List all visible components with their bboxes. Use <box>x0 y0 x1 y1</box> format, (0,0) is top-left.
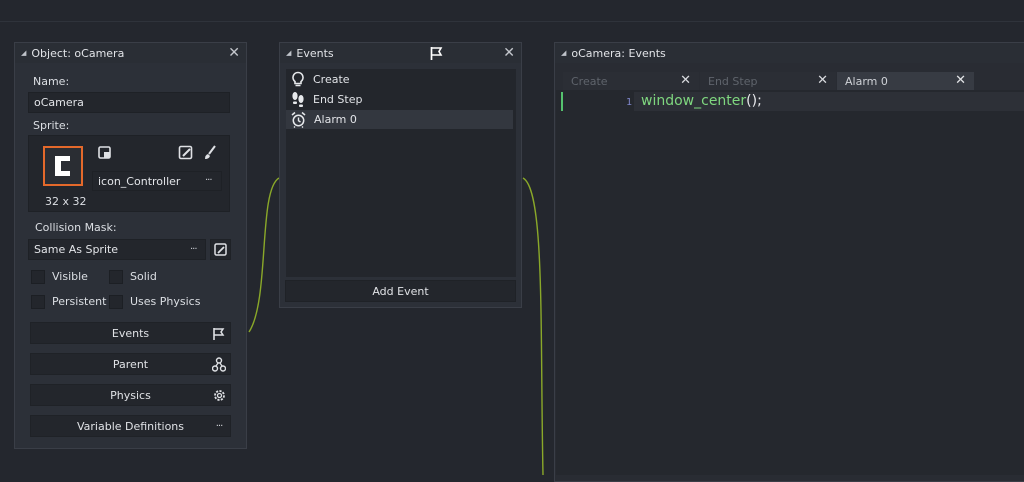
close-icon[interactable]: ✕ <box>955 73 966 88</box>
sprite-name: icon_Controller <box>98 174 181 188</box>
events-panel-title: Events <box>296 46 334 60</box>
events-panel-header[interactable]: ◢ Events ✕ <box>280 43 521 63</box>
name-field[interactable]: oCamera <box>28 92 230 113</box>
code-panel-header[interactable]: ◢ oCamera: Events <box>555 43 1024 63</box>
code-call-punctuation: (); <box>746 93 762 109</box>
close-icon[interactable]: ✕ <box>503 46 515 60</box>
sprite-name-field[interactable]: icon_Controller <box>92 171 222 191</box>
sprite-label: Sprite: <box>33 119 70 132</box>
add-event-button[interactable]: Add Event <box>285 280 516 302</box>
collapse-caret-icon[interactable]: ◢ <box>286 49 291 57</box>
persistent-checkbox[interactable] <box>31 295 45 309</box>
ellipsis-icon: ··· <box>215 421 224 432</box>
solid-checkbox[interactable] <box>109 270 123 284</box>
controller-sprite-icon <box>55 156 70 176</box>
collision-mask-browse-button[interactable]: ··· <box>190 244 197 255</box>
variable-definitions-label: Variable Definitions <box>76 419 185 433</box>
sprite-preview[interactable] <box>43 146 83 186</box>
physics-button[interactable]: Physics <box>30 384 231 406</box>
flag-icon[interactable] <box>429 46 444 61</box>
event-label: Create <box>313 73 350 86</box>
visible-checkbox[interactable] <box>31 270 45 284</box>
events-button-label: Events <box>111 326 150 340</box>
flag-icon <box>210 325 228 342</box>
sprite-browse-button[interactable]: ··· <box>205 175 212 186</box>
line-number: 1 <box>626 97 633 108</box>
tab-label: Alarm 0 <box>845 74 888 88</box>
object-panel-title: Object: oCamera <box>31 46 125 60</box>
code-editor[interactable] <box>556 90 1024 475</box>
variable-definitions-button[interactable]: Variable Definitions ··· <box>30 415 231 437</box>
collision-mask-value: Same As Sprite <box>34 243 119 256</box>
tab-alarm-0[interactable]: Alarm 0 ✕ <box>837 72 974 90</box>
collision-mask-dropdown[interactable]: Same As Sprite <box>28 239 206 260</box>
sprite-size: 32 x 32 <box>45 195 87 208</box>
tab-create[interactable]: Create ✕ <box>563 72 699 90</box>
event-label: Alarm 0 <box>314 113 357 126</box>
parent-button-label: Parent <box>112 357 149 371</box>
edit-sprite-icon[interactable] <box>178 145 194 161</box>
collapse-caret-icon[interactable]: ◢ <box>21 49 26 57</box>
tab-label: End Step <box>708 74 758 88</box>
event-item-end-step[interactable]: End Step <box>286 90 513 109</box>
lightbulb-icon <box>292 71 304 87</box>
close-icon[interactable]: ✕ <box>680 73 691 88</box>
physics-gear-icon <box>210 387 228 404</box>
paint-brush-icon[interactable] <box>202 144 218 161</box>
physics-button-label: Physics <box>110 388 151 402</box>
events-button[interactable]: Events <box>30 322 231 344</box>
name-label: Name: <box>33 75 70 88</box>
close-icon[interactable]: ✕ <box>228 46 240 60</box>
code-function-name: window_center <box>641 93 747 109</box>
tab-label: Create <box>571 74 608 88</box>
edit-mask-icon <box>213 242 227 256</box>
footsteps-icon <box>292 92 304 107</box>
close-icon[interactable]: ✕ <box>817 73 828 88</box>
code-panel-title: oCamera: Events <box>571 46 666 60</box>
alarm-clock-icon <box>291 111 306 128</box>
object-panel-header[interactable]: ◢ Object: oCamera ✕ <box>15 43 246 63</box>
tab-end-step[interactable]: End Step ✕ <box>700 72 836 90</box>
collision-mask-label: Collision Mask: <box>35 221 117 234</box>
event-label: End Step <box>313 93 363 106</box>
event-item-create[interactable]: Create <box>286 70 513 89</box>
code-line[interactable]: window_center(); <box>641 93 762 109</box>
persistent-label: Persistent <box>52 295 107 308</box>
new-sprite-icon[interactable] <box>97 145 113 161</box>
event-item-alarm-0[interactable]: Alarm 0 <box>286 110 513 129</box>
parent-button[interactable]: Parent <box>30 353 231 375</box>
edit-mask-button[interactable] <box>210 239 231 260</box>
uses-physics-label: Uses Physics <box>130 295 201 308</box>
uses-physics-checkbox[interactable] <box>109 295 123 309</box>
hierarchy-icon <box>210 356 228 373</box>
collapse-caret-icon[interactable]: ◢ <box>561 49 566 57</box>
cursor-line-marker <box>561 92 563 111</box>
solid-label: Solid <box>130 270 157 283</box>
visible-label: Visible <box>52 270 88 283</box>
